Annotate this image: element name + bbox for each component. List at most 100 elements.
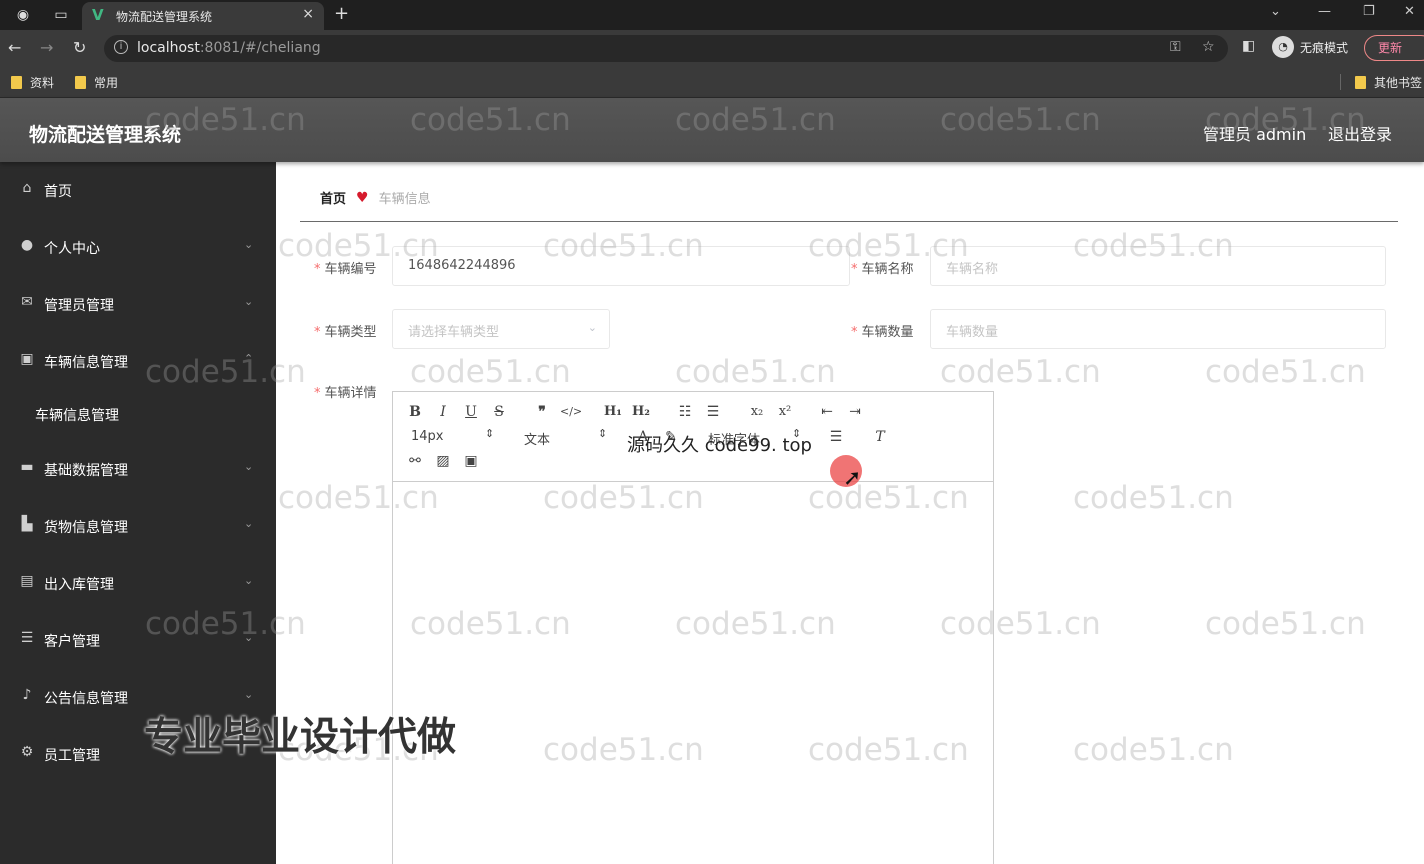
app-header: 物流配送管理系统 管理员 admin 退出登录 bbox=[0, 98, 1424, 162]
heading-arrow-icon: ⇕ bbox=[598, 427, 608, 440]
breadcrumb-divider bbox=[300, 221, 1398, 222]
bookmark-folder[interactable]: 常用 bbox=[75, 74, 118, 91]
bold-icon[interactable]: B bbox=[404, 401, 426, 423]
tab-close-icon[interactable]: × bbox=[302, 6, 314, 22]
vehicle-type-label: * 车辆类型 bbox=[314, 325, 377, 340]
editor-content-area[interactable] bbox=[393, 483, 993, 864]
outdent-icon[interactable]: ⇤ bbox=[816, 401, 838, 423]
reload-icon[interactable]: ↻ bbox=[73, 38, 86, 57]
vehicle-detail-label: * 车辆详情 bbox=[314, 386, 377, 401]
app-title: 物流配送管理系统 bbox=[29, 124, 182, 146]
browser-tab[interactable]: V 物流配送管理系统 × bbox=[82, 2, 324, 30]
source-overlay-text: 源码久久 code99. top bbox=[627, 435, 812, 456]
update-button[interactable]: 更新 bbox=[1364, 35, 1424, 61]
heading-select[interactable]: 文本 bbox=[524, 429, 550, 448]
underline-icon[interactable]: U bbox=[460, 401, 482, 423]
link-icon[interactable]: ⚯ bbox=[404, 450, 426, 472]
chevron-up-icon: ⌃ bbox=[244, 352, 254, 365]
bookmarks-bar: 资料 常用 其他书签 bbox=[0, 66, 1424, 98]
header2-icon[interactable]: H₂ bbox=[630, 401, 652, 423]
chevron-down-icon: ⌄ bbox=[244, 238, 254, 251]
sidebar-item-inout[interactable]: ▤ 出入库管理 ⌄ bbox=[0, 563, 276, 603]
heart-icon: ♥ bbox=[356, 189, 369, 206]
indent-icon[interactable]: ⇥ bbox=[844, 401, 866, 423]
incognito-indicator[interactable]: ◔ 无痕模式 bbox=[1272, 34, 1348, 60]
chevron-down-icon: ⌄ bbox=[244, 688, 254, 701]
image-icon[interactable]: ▨ bbox=[432, 450, 454, 472]
logout-link[interactable]: 退出登录 bbox=[1328, 121, 1392, 145]
monitor-icon: ▬ bbox=[20, 459, 34, 475]
tab-dropdown-icon[interactable]: ⌄ bbox=[1270, 4, 1281, 19]
vehicle-no-label: * 车辆编号 bbox=[314, 262, 377, 277]
url-field[interactable]: i localhost:8081/#/cheliang ⚿ ☆ bbox=[104, 35, 1228, 62]
chat-icon: ▤ bbox=[20, 573, 34, 589]
vehicle-count-label: * 车辆数量 bbox=[851, 325, 914, 340]
bookmark-folder[interactable]: 资料 bbox=[11, 74, 54, 91]
folder-icon bbox=[1355, 76, 1366, 89]
italic-icon[interactable]: I bbox=[432, 401, 454, 423]
minimize-icon[interactable]: — bbox=[1318, 4, 1331, 19]
restore-icon[interactable]: ❐ bbox=[1363, 4, 1375, 19]
vehicle-name-input[interactable]: 车辆名称 bbox=[930, 246, 1386, 286]
browser-tab-bar: ◉ ▭ V 物流配送管理系统 × + ⌄ — ❐ ✕ bbox=[0, 0, 1424, 30]
chevron-down-icon: ⌄ bbox=[244, 574, 254, 587]
sidebar-item-admins[interactable]: ✉ 管理员管理 ⌄ bbox=[0, 284, 276, 324]
ordered-list-icon[interactable]: ☷ bbox=[674, 401, 696, 423]
folder-icon bbox=[11, 76, 22, 89]
browser-menu-icon[interactable]: ◉ bbox=[14, 6, 32, 24]
blockquote-icon[interactable]: ❞ bbox=[531, 401, 553, 423]
sidebar-item-vehicles[interactable]: ▣ 车辆信息管理 ⌃ bbox=[0, 341, 276, 381]
font-size-arrow-icon: ⇕ bbox=[485, 427, 495, 440]
sidebar-item-basedata[interactable]: ▬ 基础数据管理 ⌄ bbox=[0, 449, 276, 489]
other-bookmarks[interactable]: 其他书签 bbox=[1355, 74, 1422, 91]
sidebar-panel-icon[interactable]: ◧ bbox=[1242, 38, 1255, 54]
superscript-icon[interactable]: x² bbox=[774, 401, 796, 423]
strike-icon[interactable]: S bbox=[488, 401, 510, 423]
code-block-icon[interactable]: </> bbox=[560, 401, 582, 423]
chevron-down-icon: ⌄ bbox=[244, 295, 254, 308]
current-user: 管理员 admin bbox=[1203, 125, 1307, 144]
sidebar-item-profile[interactable]: ● 个人中心 ⌄ bbox=[0, 227, 276, 267]
ad-overlay-text: 专业毕业设计代做 bbox=[144, 715, 457, 760]
list-icon: ☰ bbox=[20, 630, 34, 646]
subscript-icon[interactable]: x₂ bbox=[746, 401, 768, 423]
forward-icon[interactable]: → bbox=[40, 38, 53, 57]
browser-address-bar: ← → ↻ i localhost:8081/#/cheliang ⚿ ☆ ◧ … bbox=[0, 30, 1424, 66]
header1-icon[interactable]: H₁ bbox=[602, 401, 624, 423]
tab-search-icon[interactable]: ▭ bbox=[52, 6, 70, 24]
sidebar-item-goods[interactable]: ▙ 货物信息管理 ⌄ bbox=[0, 506, 276, 546]
site-info-icon[interactable]: i bbox=[114, 40, 128, 54]
mail-icon: ✉ bbox=[21, 294, 33, 310]
home-icon: ⌂ bbox=[22, 180, 32, 196]
clear-format-icon[interactable]: T bbox=[869, 426, 891, 448]
sidebar-item-customers[interactable]: ☰ 客户管理 ⌄ bbox=[0, 620, 276, 660]
folder-icon bbox=[75, 76, 86, 89]
chevron-down-icon: ⌄ bbox=[244, 517, 254, 530]
new-tab-button[interactable]: + bbox=[334, 3, 349, 24]
bell-icon: ♪ bbox=[22, 687, 32, 703]
vehicle-name-label: * 车辆名称 bbox=[851, 262, 914, 277]
tab-title: 物流配送管理系统 bbox=[116, 10, 213, 24]
align-icon[interactable]: ☰ bbox=[825, 426, 847, 448]
vue-favicon-icon: V bbox=[92, 6, 104, 24]
picture-icon: ▣ bbox=[20, 351, 34, 367]
sidebar-item-home[interactable]: ⌂ 首页 bbox=[0, 170, 276, 210]
incognito-label: 无痕模式 bbox=[1300, 40, 1349, 55]
incognito-icon: ◔ bbox=[1272, 36, 1294, 58]
vehicle-count-input[interactable]: 车辆数量 bbox=[930, 309, 1386, 349]
video-icon[interactable]: ▣ bbox=[460, 450, 482, 472]
star-icon[interactable]: ☆ bbox=[1202, 39, 1215, 55]
close-window-icon[interactable]: ✕ bbox=[1404, 4, 1415, 19]
breadcrumb-home[interactable]: 首页 bbox=[320, 188, 346, 207]
mouse-cursor-icon: ➚ bbox=[843, 466, 862, 491]
font-size-select[interactable]: 14px bbox=[411, 429, 444, 444]
bullet-list-icon[interactable]: ☰ bbox=[702, 401, 724, 423]
breadcrumb-current: 车辆信息 bbox=[378, 192, 431, 207]
vehicle-type-select[interactable]: 请选择车辆类型 ⌄ bbox=[392, 309, 610, 349]
vehicle-no-input[interactable]: 1648642244896 bbox=[392, 246, 850, 286]
submenu-item-vehicles[interactable]: 车辆信息管理 bbox=[0, 394, 276, 434]
gear-icon: ⚙ bbox=[20, 744, 34, 760]
back-icon[interactable]: ← bbox=[8, 38, 21, 57]
user-icon: ● bbox=[20, 237, 34, 253]
key-icon[interactable]: ⚿ bbox=[1170, 39, 1181, 55]
